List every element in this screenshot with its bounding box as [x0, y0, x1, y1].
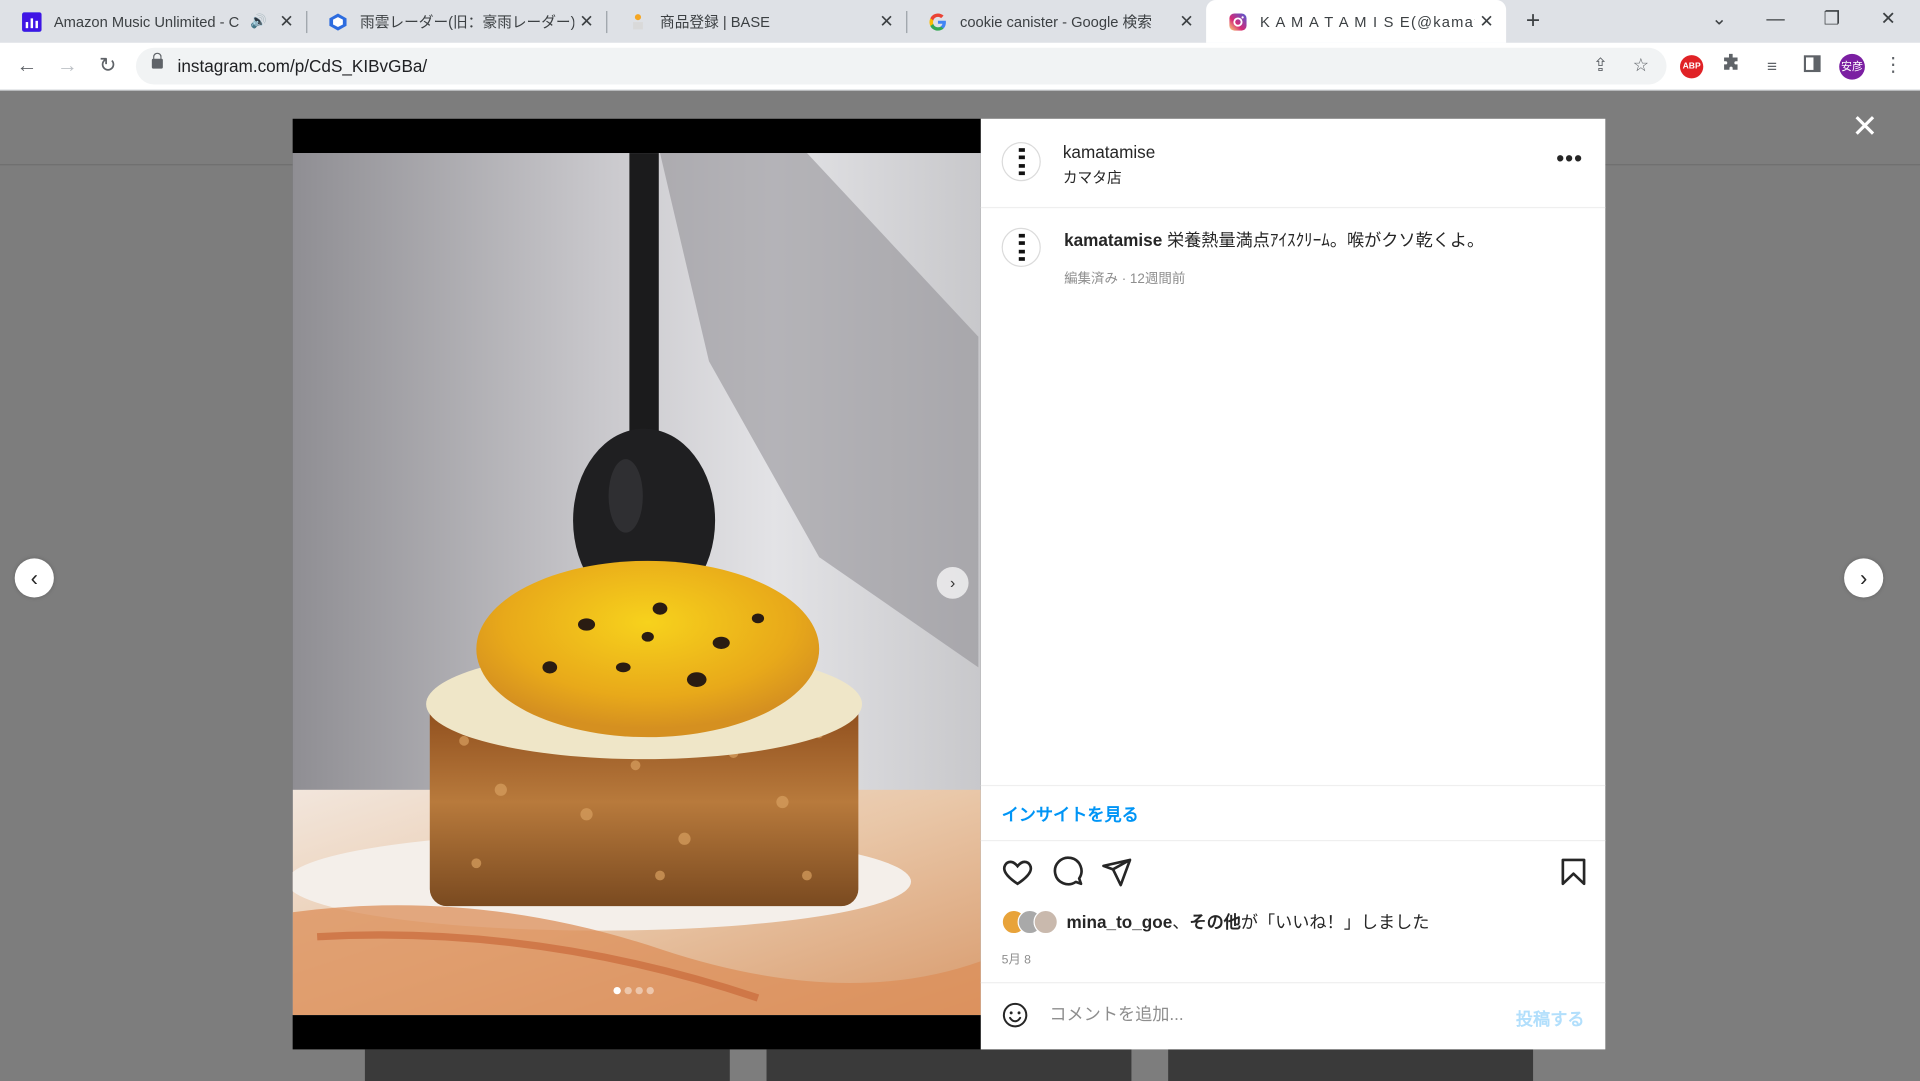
kamatamise-logo-icon	[1018, 233, 1025, 261]
close-tab-icon[interactable]: ✕	[574, 11, 598, 32]
view-insights-link[interactable]: インサイトを見る	[1002, 802, 1139, 826]
base-icon	[628, 12, 648, 32]
post-details-panel: kamatamise カマタ店 ••• kamatamise 栄養熱量満点ｱｲｽ…	[980, 118, 1606, 1051]
edited-label: 編集済み	[1064, 271, 1118, 287]
time-ago[interactable]: 12週間前	[1130, 272, 1185, 287]
tab-search-chevron-icon[interactable]: ⌄	[1692, 0, 1746, 39]
window-close-icon[interactable]: ✕	[1861, 0, 1915, 39]
caption-username[interactable]: kamatamise	[1064, 230, 1162, 250]
speaker-icon[interactable]: 🔊	[250, 13, 267, 30]
carousel-dots	[613, 986, 654, 995]
share-icon[interactable]: ⇪	[1588, 54, 1612, 78]
post-caption: kamatamise 栄養熱量満点ｱｲｽｸﾘｰﾑ。喉がクソ乾くよ。	[1064, 228, 1484, 252]
insights-section: インサイトを見る	[980, 784, 1606, 842]
tab-title: Amazon Music Unlimited - C	[53, 12, 240, 31]
address-bar[interactable]: instagram.com/p/CdS_KIBvGBa/ ⇪ ☆	[135, 47, 1667, 85]
like-heart-icon[interactable]	[1002, 856, 1034, 888]
browser-menu-icon[interactable]: ⋮	[1880, 53, 1907, 80]
amazon-music-icon	[22, 11, 42, 32]
next-post-chevron-icon[interactable]: ›	[1844, 558, 1884, 598]
browser-toolbar: ← → ↻ instagram.com/p/CdS_KIBvGBa/ ⇪ ☆ A…	[0, 42, 1920, 91]
post-photo[interactable]	[292, 153, 981, 1016]
carousel-dot	[613, 986, 621, 995]
liked-by-username[interactable]: mina_to_goe	[1067, 912, 1173, 932]
reload-icon[interactable]: ↻	[93, 51, 122, 80]
post-date[interactable]: 5月 8	[1002, 949, 1031, 967]
more-options-icon[interactable]: •••	[1556, 146, 1583, 172]
tab-google-search[interactable]: cookie canister - Google 検索 ✕	[906, 0, 1206, 43]
tab-strip: Amazon Music Unlimited - C 🔊 ✕ 雨雲レーダー(旧：…	[0, 0, 1920, 43]
post-media: ›	[292, 118, 981, 1050]
close-tab-icon[interactable]: ✕	[1474, 11, 1498, 32]
rain-radar-icon	[328, 12, 348, 32]
instagram-page: ✕ ‹ › › kamatamise カマタ店 ••• kamatamise 栄…	[0, 90, 1920, 1081]
kamatamise-avatar[interactable]	[1001, 142, 1041, 182]
share-paper-plane-icon[interactable]	[1101, 856, 1133, 888]
tab-instagram[interactable]: K A M A T A M I S E(@kamatamise) ✕	[1206, 0, 1507, 43]
side-panel-icon[interactable]	[1799, 53, 1826, 80]
tab-title: K A M A T A M I S E(@kamatamise)	[1260, 12, 1475, 31]
profile-avatar[interactable]: 安彦	[1839, 53, 1865, 80]
grid-thumbnail-dimmed	[1168, 1049, 1534, 1081]
url-text[interactable]: instagram.com/p/CdS_KIBvGBa/	[178, 56, 428, 76]
bookmark-star-icon[interactable]: ☆	[1629, 54, 1653, 78]
tab-base[interactable]: 商品登録 | BASE ✕	[606, 0, 908, 43]
close-tab-icon[interactable]: ✕	[874, 11, 898, 32]
media-queue-icon[interactable]: ≡	[1758, 53, 1785, 80]
lock-icon[interactable]	[151, 52, 163, 69]
carousel-dot	[624, 986, 632, 995]
post-header: kamatamise カマタ店 •••	[980, 119, 1606, 209]
caption-text: 栄養熱量満点ｱｲｽｸﾘｰﾑ。喉がクソ乾くよ。	[1167, 230, 1485, 250]
tab-title: 雨雲レーダー(旧：豪雨レーダー) - 日本	[360, 13, 575, 31]
liker-avatar[interactable]	[1033, 909, 1058, 935]
carousel-dot	[646, 986, 654, 995]
restore-icon[interactable]: ❐	[1805, 0, 1859, 39]
carousel-dot	[635, 986, 643, 995]
comment-bubble-icon[interactable]	[1052, 856, 1084, 888]
caption-meta: 編集済み · 12週間前	[1064, 271, 1186, 287]
post-username[interactable]: kamatamise	[1063, 142, 1155, 162]
adblock-plus-icon[interactable]: ABP	[1680, 55, 1704, 79]
close-modal-icon[interactable]: ✕	[1849, 110, 1881, 142]
liked-by-text: mina_to_goe、その他が「いいね！」しました	[1066, 912, 1430, 932]
tab-rain-radar[interactable]: 雨雲レーダー(旧：豪雨レーダー) - 日本 ✕	[306, 0, 608, 43]
comment-input[interactable]	[1049, 1004, 1491, 1024]
close-tab-icon[interactable]: ✕	[1174, 11, 1198, 32]
tab-amazon-music[interactable]: Amazon Music Unlimited - C 🔊 ✕	[0, 0, 308, 43]
close-tab-icon[interactable]: ✕	[274, 11, 298, 32]
previous-post-chevron-icon[interactable]: ‹	[14, 558, 54, 598]
liked-by-others[interactable]: その他	[1189, 912, 1240, 932]
kamatamise-logo-icon	[1018, 148, 1025, 176]
tab-title: 商品登録 | BASE	[660, 13, 770, 31]
post-comment-button[interactable]: 投稿する	[1516, 1007, 1585, 1031]
ice-cream-photo	[292, 153, 981, 1016]
instagram-icon	[1228, 12, 1248, 32]
emoji-smiley-icon[interactable]	[1002, 1002, 1029, 1029]
extensions-puzzle-icon[interactable]	[1718, 53, 1745, 80]
save-bookmark-icon[interactable]	[1558, 856, 1590, 888]
comment-bar: 投稿する	[980, 982, 1606, 1051]
next-image-chevron-icon[interactable]: ›	[936, 566, 969, 599]
liked-by: mina_to_goe、その他が「いいね！」しました	[1001, 907, 1430, 936]
tab-title: cookie canister - Google 検索	[960, 13, 1152, 31]
forward-arrow-icon[interactable]: →	[53, 51, 82, 80]
grid-thumbnail-dimmed	[364, 1049, 730, 1081]
browser-window: Amazon Music Unlimited - C 🔊 ✕ 雨雲レーダー(旧：…	[0, 0, 1920, 1081]
post-location[interactable]: カマタ店	[1063, 167, 1122, 188]
minimize-icon[interactable]: —	[1749, 0, 1803, 39]
back-arrow-icon[interactable]: ←	[12, 51, 41, 80]
google-icon	[928, 12, 948, 32]
grid-thumbnail-dimmed	[766, 1049, 1132, 1081]
caption-avatar[interactable]	[1001, 227, 1041, 267]
new-tab-icon[interactable]: +	[1518, 6, 1547, 35]
